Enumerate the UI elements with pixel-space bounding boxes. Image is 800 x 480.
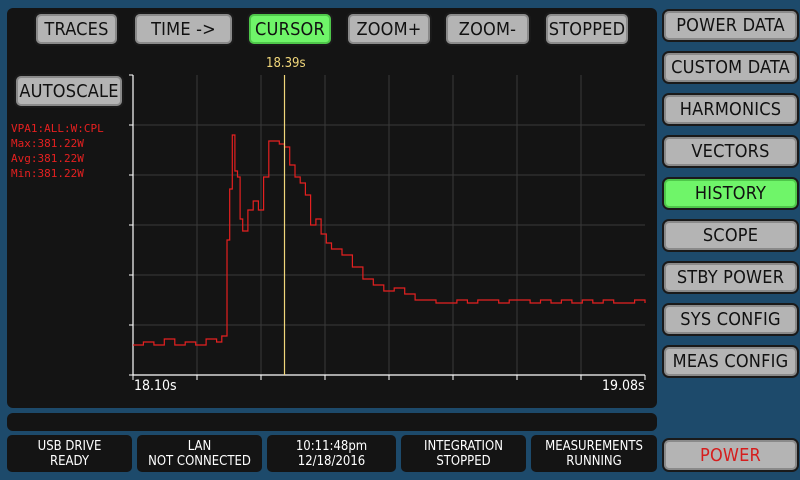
lan-status-line1: LAN bbox=[187, 438, 212, 454]
measurements-status: MEASUREMENTS RUNNING bbox=[531, 435, 657, 472]
sidebar-item-meas-config[interactable]: MEAS CONFIG bbox=[662, 345, 799, 378]
clock-status: 10:11:48pm 12/18/2016 bbox=[267, 435, 396, 472]
power-button[interactable]: POWER bbox=[662, 438, 799, 472]
sidebar-item-power-data[interactable]: POWER DATA bbox=[662, 9, 799, 42]
lan-status: LAN NOT CONNECTED bbox=[137, 435, 262, 472]
chart-grid bbox=[133, 75, 645, 375]
x-axis-start-label: 18.10s bbox=[134, 378, 177, 394]
sidebar-item-history[interactable]: HISTORY bbox=[662, 177, 799, 210]
sidebar-item-stby-power[interactable]: STBY POWER bbox=[662, 261, 799, 294]
sidebar-item-scope[interactable]: SCOPE bbox=[662, 219, 799, 252]
clock-date: 12/18/2016 bbox=[297, 453, 366, 469]
lan-status-line2: NOT CONNECTED bbox=[148, 453, 251, 469]
usb-status-line1: USB DRIVE bbox=[37, 438, 102, 454]
x-axis-end-label: 19.08s bbox=[602, 378, 645, 394]
clock-time: 10:11:48pm bbox=[295, 438, 368, 454]
integration-status: INTEGRATION STOPPED bbox=[401, 435, 526, 472]
sidebar-item-sys-config[interactable]: SYS CONFIG bbox=[662, 303, 799, 336]
status-progress-bar bbox=[7, 413, 657, 431]
usb-status-line2: READY bbox=[50, 453, 89, 469]
integration-status-line1: INTEGRATION bbox=[424, 438, 503, 454]
sidebar-item-custom-data[interactable]: CUSTOM DATA bbox=[662, 51, 799, 84]
integration-status-line2: STOPPED bbox=[436, 453, 491, 469]
sidebar-item-vectors[interactable]: VECTORS bbox=[662, 135, 799, 168]
chart-axes bbox=[129, 74, 646, 380]
sidebar-item-harmonics[interactable]: HARMONICS bbox=[662, 93, 799, 126]
usb-drive-status: USB DRIVE READY bbox=[7, 435, 132, 472]
measurements-status-line1: MEASUREMENTS bbox=[545, 438, 643, 454]
measurements-status-line2: RUNNING bbox=[566, 453, 622, 469]
